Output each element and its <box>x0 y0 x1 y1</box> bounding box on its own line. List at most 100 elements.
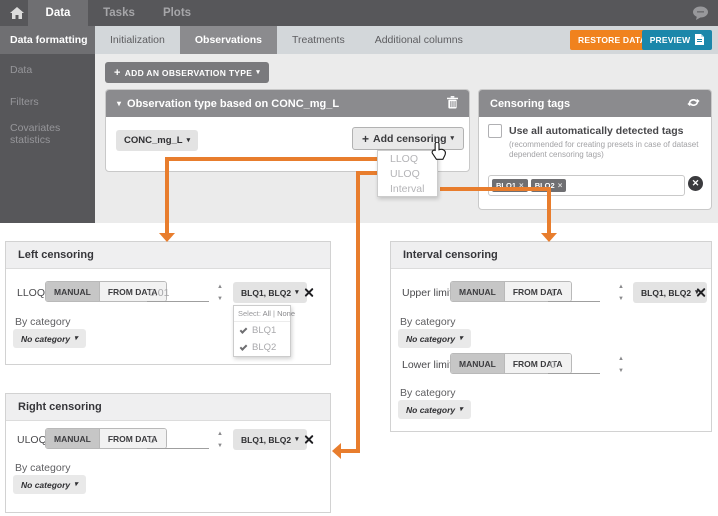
refresh-icon[interactable] <box>687 96 700 112</box>
spinner-up-icon[interactable]: ▲ <box>618 356 624 362</box>
remove-left-censoring-icon[interactable] <box>303 287 314 298</box>
left-censoring-header: Left censoring <box>6 242 330 269</box>
subtab-observations[interactable]: Observations <box>180 26 277 54</box>
upper-limit-value-input[interactable] <box>548 285 600 302</box>
menu-item-interval[interactable]: Interval <box>378 181 437 196</box>
remove-tag-icon[interactable]: × <box>558 181 563 190</box>
right-censoring-header: Right censoring <box>6 394 330 421</box>
chevron-down-icon: ▾ <box>256 69 260 76</box>
tab-tasks[interactable]: Tasks <box>96 0 142 26</box>
app-window: Data Tasks Plots Data formatting Data Fi… <box>0 0 718 516</box>
lloq-label: LLOQ <box>17 287 45 299</box>
lloq-by-category-label: By category <box>15 316 70 328</box>
add-observation-type-button[interactable]: + ADD AN OBSERVATION TYPE ▾ <box>105 62 269 83</box>
lower-limit-value-input[interactable] <box>548 357 600 374</box>
home-icon[interactable] <box>5 0 29 26</box>
lloq-value-input[interactable] <box>147 285 209 302</box>
arrow-uloq-head <box>332 443 341 459</box>
interval-censoring-header: Interval censoring <box>391 242 711 269</box>
lloq-category-dropdown[interactable]: No category ▾ <box>13 329 86 348</box>
sidebar-item-data[interactable]: Data <box>0 54 95 86</box>
spinner-up-icon[interactable]: ▲ <box>217 431 223 437</box>
tag-option-blq2[interactable]: BLQ2 <box>234 339 290 356</box>
sidebar-item-filters[interactable]: Filters <box>0 86 95 118</box>
uloq-spinner[interactable]: ▲▼ <box>217 431 223 449</box>
observation-type-title: Observation type based on CONC_mg_L <box>127 98 339 110</box>
no-category-label: No category <box>406 405 455 415</box>
remove-right-censoring-icon[interactable] <box>303 434 314 445</box>
right-censoring-panel: Right censoring <box>5 393 331 513</box>
uloq-tags-dropdown[interactable]: BLQ1, BLQ2 ▾ <box>233 429 307 450</box>
menu-item-uloq[interactable]: ULOQ <box>378 166 437 181</box>
spinner-down-icon[interactable]: ▼ <box>217 443 223 449</box>
lloq-tags-dropdown[interactable]: BLQ1, BLQ2 ▾ <box>233 282 307 303</box>
check-icon <box>240 343 248 351</box>
menu-item-lloq[interactable]: LLOQ <box>378 151 437 166</box>
lower-limit-spinner[interactable]: ▲▼ <box>618 356 624 374</box>
censoring-tags-panel: Censoring tags Use all automatically det… <box>478 89 712 210</box>
select-none-link[interactable]: None <box>277 309 295 318</box>
uloq-category-dropdown[interactable]: No category ▾ <box>13 475 86 494</box>
uloq-label: ULOQ <box>17 434 47 446</box>
select-separator: | <box>273 309 275 318</box>
use-all-tags-checkbox[interactable] <box>488 124 502 138</box>
subtab-treatments[interactable]: Treatments <box>277 26 360 54</box>
spinner-down-icon[interactable]: ▼ <box>618 368 624 374</box>
add-observation-type-label: ADD AN OBSERVATION TYPE <box>125 68 253 78</box>
no-category-label: No category <box>406 334 455 344</box>
arrow-lloq-vertical <box>165 157 169 233</box>
chevron-down-icon: ▾ <box>74 481 78 488</box>
tag-option-label: BLQ2 <box>252 342 276 353</box>
lower-by-category-label: By category <box>400 387 455 399</box>
restore-data-label: RESTORE DATA <box>578 35 646 45</box>
lloq-manual-option[interactable]: MANUAL <box>46 282 99 301</box>
arrow-interval-horizontal <box>440 187 551 191</box>
comment-icon[interactable] <box>692 6 709 25</box>
upper-by-category-label: By category <box>400 316 455 328</box>
lloq-spinner[interactable]: ▲▼ <box>217 284 223 302</box>
censoring-tags-input[interactable]: BLQ1 × BLQ2 × <box>488 175 685 196</box>
subtab-additional-columns[interactable]: Additional columns <box>360 26 478 54</box>
upper-manual-option[interactable]: MANUAL <box>451 282 504 301</box>
spinner-down-icon[interactable]: ▼ <box>217 296 223 302</box>
tab-plots[interactable]: Plots <box>154 0 200 26</box>
lower-manual-option[interactable]: MANUAL <box>451 354 504 373</box>
censoring-tags-header: Censoring tags <box>479 90 711 117</box>
arrow-uloq-bottom <box>341 449 356 453</box>
upper-category-dropdown[interactable]: No category ▾ <box>398 329 471 348</box>
add-censoring-button[interactable]: + Add censoring ▾ <box>352 127 464 150</box>
no-category-label: No category <box>21 480 70 490</box>
lower-category-dropdown[interactable]: No category ▾ <box>398 400 471 419</box>
left-censoring-title: Left censoring <box>18 249 94 261</box>
observation-column-dropdown[interactable]: CONC_mg_L ▾ <box>116 130 198 151</box>
uloq-manual-option[interactable]: MANUAL <box>46 429 99 448</box>
spinner-up-icon[interactable]: ▲ <box>217 284 223 290</box>
sidebar: Data formatting Data Filters Covariates … <box>0 26 95 223</box>
document-icon <box>695 34 704 47</box>
chevron-down-icon: ▾ <box>295 289 299 296</box>
spinner-up-icon[interactable]: ▲ <box>618 284 624 290</box>
trash-icon[interactable] <box>447 96 458 112</box>
select-all-link[interactable]: All <box>263 309 271 318</box>
clear-tags-icon[interactable]: ✕ <box>688 176 703 191</box>
uloq-value-input[interactable] <box>147 432 209 449</box>
chevron-down-icon: ▾ <box>451 135 455 142</box>
sidebar-item-covariates-statistics[interactable]: Covariates statistics <box>0 118 95 150</box>
lloq-tags-label: BLQ1, BLQ2 <box>241 288 291 298</box>
lloq-tags-multiselect: Select: All | None BLQ1 BLQ2 <box>233 305 291 357</box>
remove-interval-censoring-icon[interactable] <box>695 287 706 298</box>
uloq-tags-label: BLQ1, BLQ2 <box>241 435 291 445</box>
check-icon <box>240 326 248 334</box>
sidebar-item-data-formatting[interactable]: Data formatting <box>0 26 95 54</box>
censoring-tags-title: Censoring tags <box>490 98 570 110</box>
preview-button[interactable]: PREVIEW <box>642 30 712 50</box>
collapse-icon[interactable]: ▾ <box>117 100 121 108</box>
upper-limit-spinner[interactable]: ▲▼ <box>618 284 624 302</box>
subtab-initialization[interactable]: Initialization <box>95 26 180 54</box>
spinner-down-icon[interactable]: ▼ <box>618 296 624 302</box>
no-category-label: No category <box>21 334 70 344</box>
arrow-lloq-head <box>159 233 175 242</box>
tab-data[interactable]: Data <box>28 0 88 26</box>
upper-limit-label: Upper limit <box>402 287 452 299</box>
tag-option-blq1[interactable]: BLQ1 <box>234 322 290 339</box>
